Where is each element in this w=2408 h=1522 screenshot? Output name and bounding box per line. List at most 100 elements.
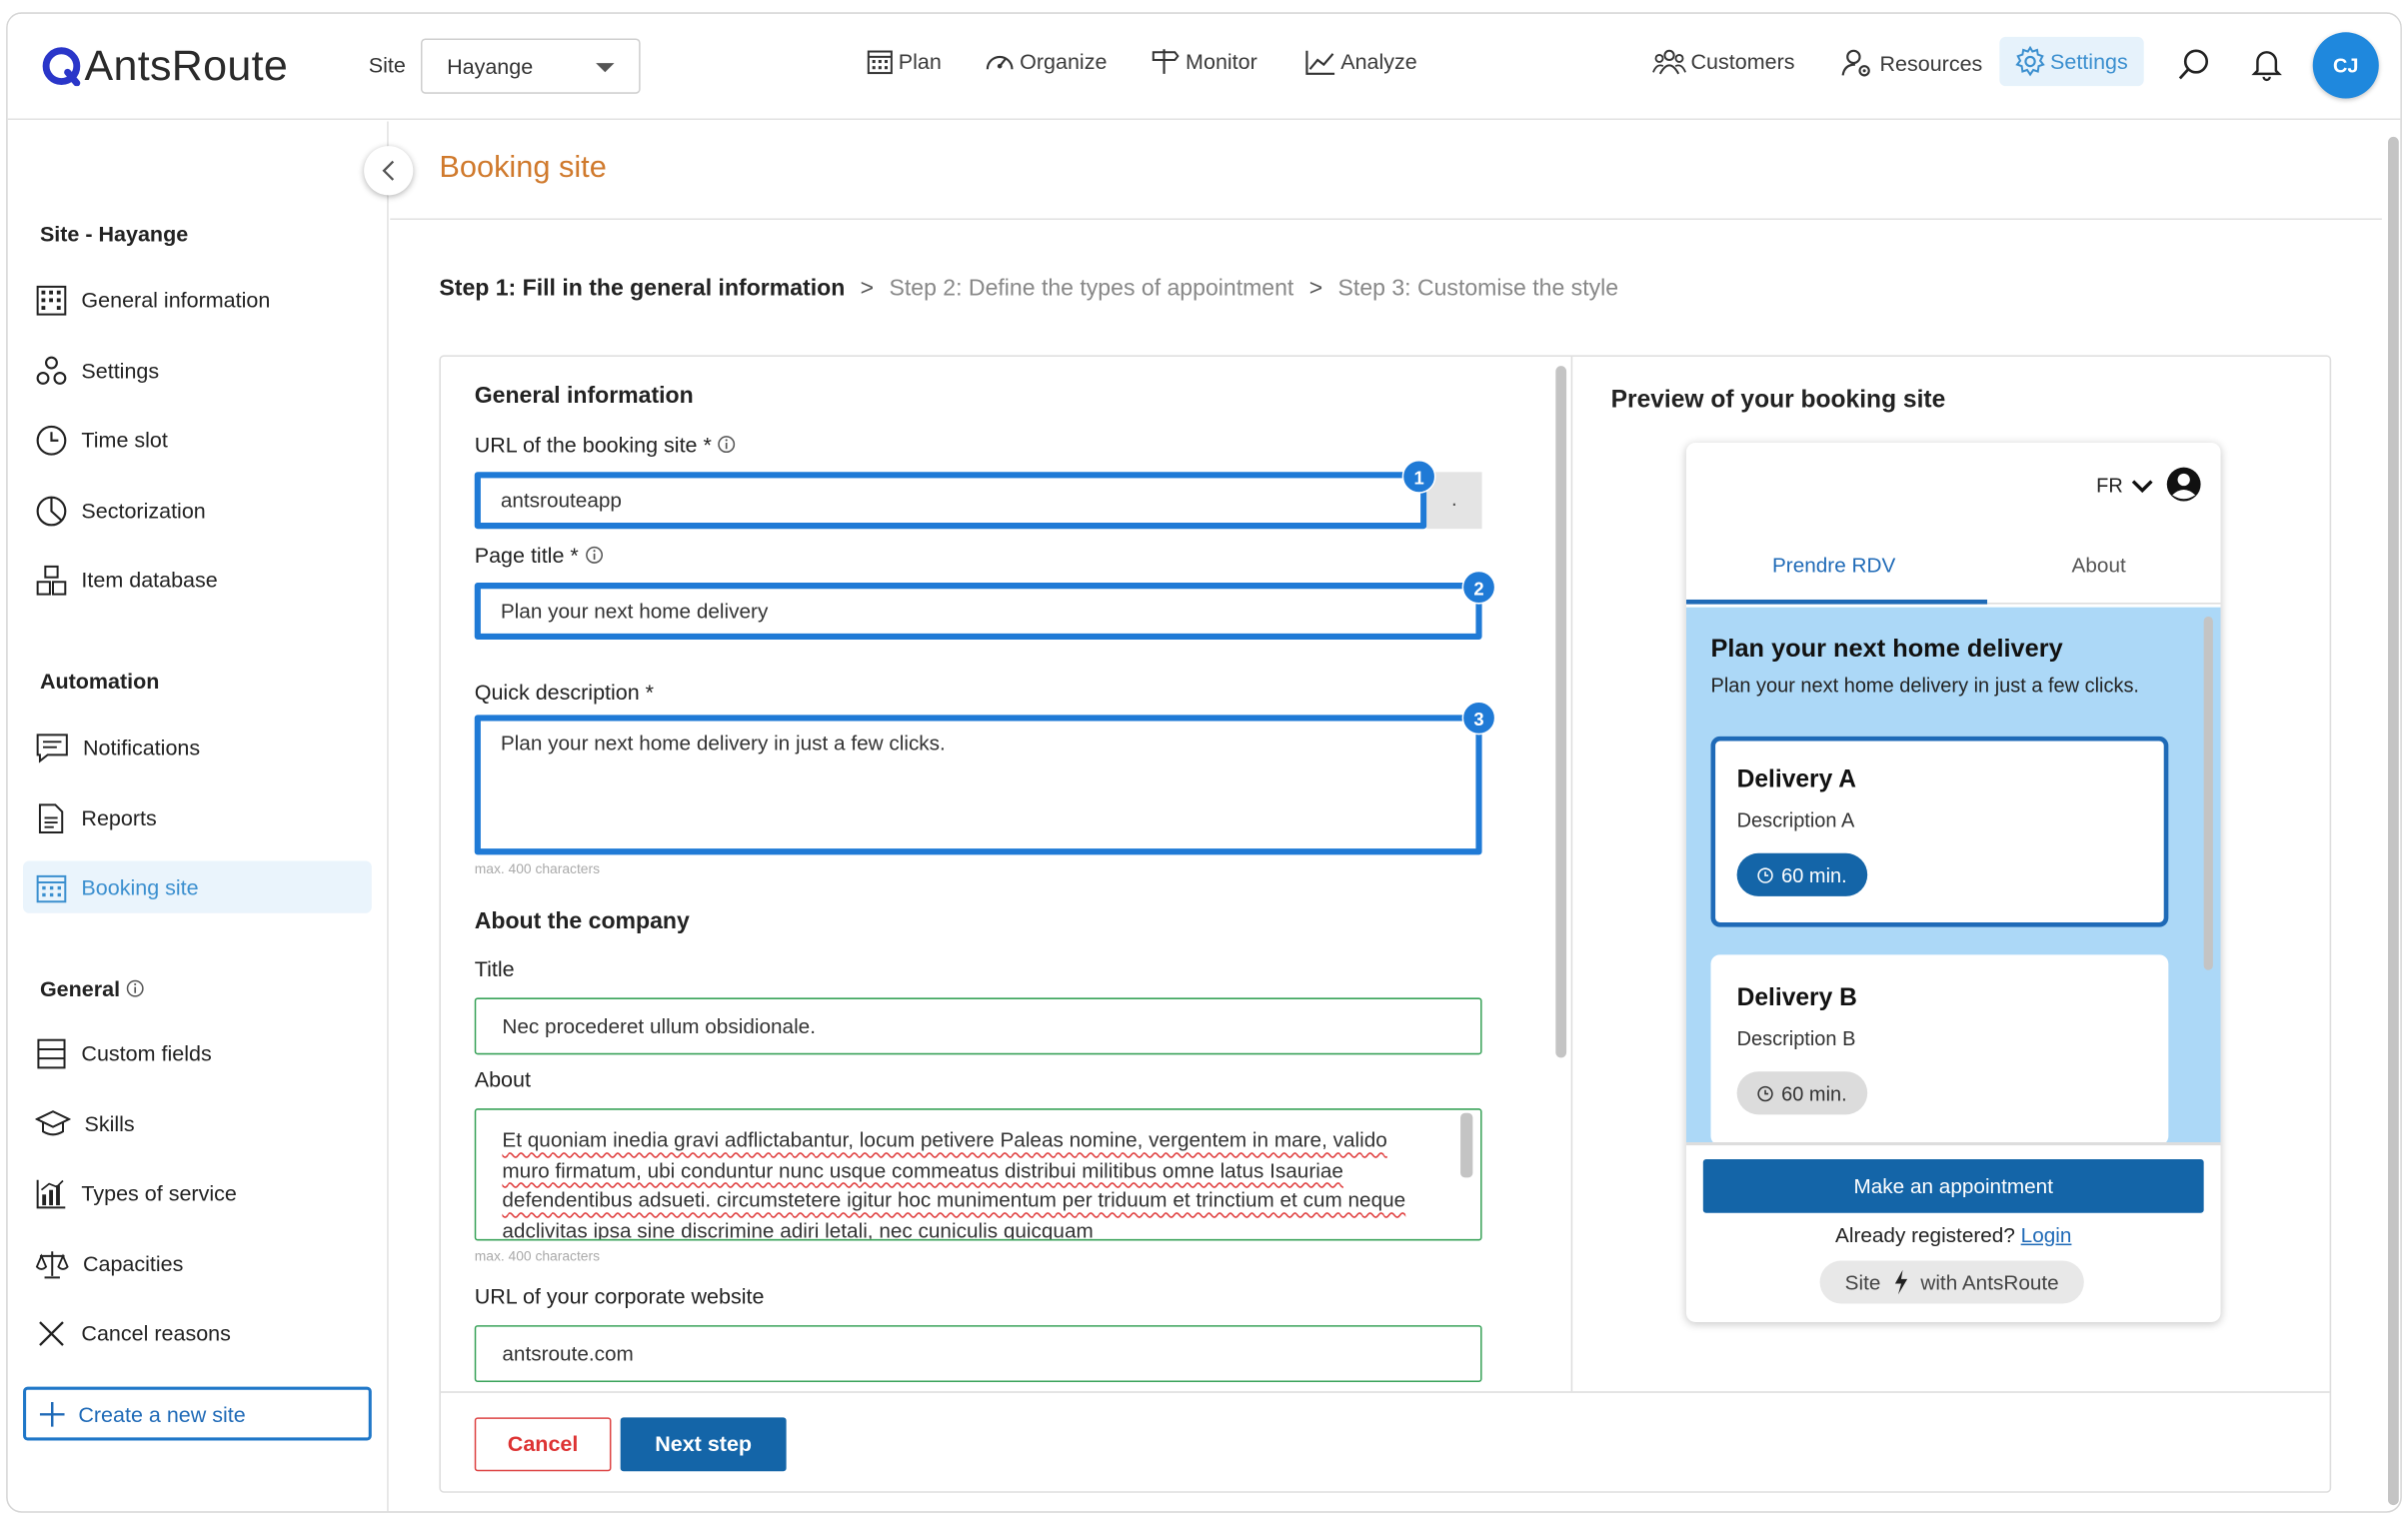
divider	[1685, 1142, 2221, 1146]
sidebar-item-booking-site[interactable]: Booking site	[23, 860, 372, 913]
website-input[interactable]: antsroute.com	[474, 1325, 1482, 1383]
nav-resources-label: Resources	[1879, 50, 1983, 76]
duration-text: 60 min.	[1781, 1081, 1847, 1105]
calendar-icon	[36, 874, 67, 902]
nav-organize-label: Organize	[1020, 49, 1108, 74]
create-new-site-button[interactable]: Create a new site	[23, 1386, 372, 1441]
bell-icon[interactable]	[2251, 48, 2282, 90]
bar-chart-icon	[36, 1178, 66, 1208]
site-select[interactable]: Hayange	[420, 38, 641, 94]
nav-plan[interactable]: Plan	[867, 48, 942, 76]
info-icon	[718, 436, 736, 454]
url-label: URL of the booking site *	[475, 432, 737, 457]
calendar-icon	[867, 50, 893, 75]
top-bar: AntsRoute Site Hayange Plan Organize Mon…	[7, 13, 2401, 120]
page-title-input[interactable]: Plan your next home delivery	[474, 583, 1482, 640]
antsroute-logo[interactable]: AntsRoute	[41, 38, 288, 93]
clock-icon	[1757, 866, 1773, 883]
make-appointment-button[interactable]: Make an appointment	[1702, 1158, 2204, 1213]
step-3[interactable]: Step 3: Customise the style	[1338, 275, 1619, 301]
chevron-left-icon	[382, 160, 395, 181]
sidebar-item-label: Item database	[81, 567, 218, 593]
sidebar-item-settings[interactable]: Settings	[23, 345, 372, 397]
chevron-down-icon	[2132, 479, 2154, 493]
general-form: General information URL of the booking s…	[441, 357, 1546, 1391]
url-input[interactable]: antsrouteapp	[474, 472, 1427, 530]
company-title-input[interactable]: Nec procederet ullum obsidionale.	[474, 997, 1482, 1055]
sidebar-item-time-slot[interactable]: Time slot	[23, 414, 372, 466]
step-separator: >	[1308, 275, 1323, 302]
delivery-card[interactable]: Delivery B Description B 60 min.	[1710, 954, 2169, 1143]
info-icon	[126, 979, 144, 997]
login-link[interactable]: Login	[2021, 1224, 2072, 1247]
chart-icon	[1305, 50, 1335, 75]
logo-icon	[42, 47, 81, 87]
user-icon[interactable]	[2165, 466, 2202, 503]
title-label: Title	[474, 955, 515, 981]
delivery-title: Delivery B	[1736, 985, 1857, 1012]
sidebar-item-custom-fields[interactable]: Custom fields	[23, 1027, 372, 1079]
step-separator: >	[860, 275, 875, 302]
form-icon	[37, 1037, 66, 1068]
page-scrollbar[interactable]	[2388, 136, 2399, 1506]
preview-heading: Preview of your booking site	[1610, 387, 1946, 414]
preview-tab-book[interactable]: Prendre RDV	[1772, 554, 1895, 577]
cancel-button[interactable]: Cancel	[474, 1417, 612, 1472]
sidebar-item-notifications[interactable]: Notifications	[23, 722, 372, 773]
sidebar-item-general-information[interactable]: General information	[23, 274, 372, 326]
delivery-description: Description B	[1736, 1026, 1856, 1050]
max-characters-hint: max. 400 characters	[474, 860, 601, 876]
boxes-icon	[36, 565, 67, 595]
sidebar: Site - Hayange General information Setti…	[8, 121, 389, 1512]
duration-badge: 60 min.	[1736, 852, 1867, 896]
sidebar-section-site: Site - Hayange	[39, 221, 189, 247]
divider	[1570, 356, 1573, 1392]
form-scrollbar[interactable]	[1555, 366, 1567, 1058]
sidebar-item-sectorization[interactable]: Sectorization	[23, 485, 372, 537]
already-registered-text: Already registered?	[1835, 1223, 2015, 1247]
sidebar-item-label: Capacities	[82, 1251, 184, 1276]
sidebar-item-reports[interactable]: Reports	[23, 791, 372, 843]
preview-scrollbar[interactable]	[2203, 616, 2213, 970]
sidebar-item-label: Notifications	[82, 735, 201, 760]
nav-monitor[interactable]: Monitor	[1151, 48, 1257, 76]
sidebar-item-item-database[interactable]: Item database	[23, 554, 372, 606]
sidebar-item-label: General information	[81, 287, 271, 313]
sidebar-item-skills[interactable]: Skills	[23, 1097, 372, 1149]
delivery-card[interactable]: Delivery A Description A 60 min.	[1710, 736, 2169, 927]
preview-tab-about[interactable]: About	[2072, 554, 2126, 577]
info-icon	[585, 546, 603, 564]
step-1[interactable]: Step 1: Fill in the general information	[439, 275, 845, 301]
step-badge-1: 1	[1401, 459, 1436, 494]
nav-analyze[interactable]: Analyze	[1305, 48, 1417, 76]
resources-icon	[1841, 49, 1870, 77]
delivery-title: Delivery A	[1736, 766, 1856, 793]
nav-settings[interactable]: Settings	[1999, 36, 2144, 87]
site-select-value: Hayange	[447, 53, 534, 79]
nav-settings-label: Settings	[2050, 49, 2128, 74]
sidebar-item-capacities[interactable]: Capacities	[23, 1237, 372, 1289]
sidebar-item-label: Custom fields	[81, 1040, 212, 1066]
duration-badge: 60 min.	[1736, 1071, 1867, 1115]
sidebar-section-automation: Automation	[39, 669, 160, 694]
sidebar-item-types-of-service[interactable]: Types of service	[23, 1167, 372, 1219]
nav-resources[interactable]: Resources	[1841, 48, 1982, 79]
website-label: URL of your corporate website	[474, 1283, 765, 1309]
search-icon[interactable]	[2178, 48, 2212, 90]
pie-icon	[36, 495, 67, 526]
language-selector[interactable]: FR	[2096, 474, 2154, 497]
next-step-button[interactable]: Next step	[620, 1417, 787, 1472]
about-scrollbar[interactable]	[1460, 1112, 1473, 1178]
quick-description-textarea[interactable]: Plan your next home delivery in just a f…	[474, 715, 1482, 855]
sidebar-item-label: Reports	[81, 805, 157, 830]
nav-organize[interactable]: Organize	[985, 48, 1108, 76]
nav-plan-label: Plan	[898, 49, 942, 74]
nav-customers[interactable]: Customers	[1652, 48, 1795, 76]
user-avatar[interactable]: CJ	[2312, 32, 2379, 99]
close-icon	[39, 1320, 64, 1346]
collapse-sidebar-button[interactable]	[364, 146, 414, 196]
preview-subtitle: Plan your next home delivery in just a f…	[1710, 673, 2139, 697]
about-textarea[interactable]: Et quoniam inedia gravi adflictabantur, …	[474, 1108, 1482, 1241]
sidebar-item-cancel-reasons[interactable]: Cancel reasons	[23, 1307, 372, 1359]
step-2[interactable]: Step 2: Define the types of appointment	[889, 275, 1293, 301]
